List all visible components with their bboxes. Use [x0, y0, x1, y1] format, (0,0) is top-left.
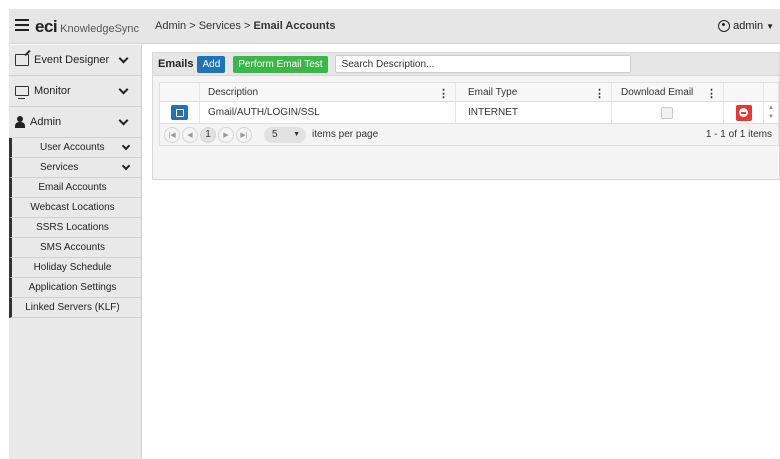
edit-icon	[15, 54, 29, 66]
page-size-select[interactable]: 5 ▼	[264, 126, 306, 143]
sidebar-item-label: Monitor	[34, 85, 71, 97]
prev-page-icon[interactable]: ◀	[182, 126, 198, 143]
hamburger-menu-icon[interactable]	[15, 19, 29, 31]
person-icon	[15, 116, 25, 128]
sidebar-item-label: Event Designer	[34, 54, 110, 66]
logo-eci: eci	[35, 17, 58, 36]
sidebar-item-services[interactable]: Services	[9, 158, 141, 178]
sidebar-item-monitor[interactable]: Monitor	[9, 76, 141, 107]
sidebar-item-event-designer[interactable]: Event Designer	[9, 45, 141, 76]
header-description-label: Description	[208, 86, 259, 98]
header-scroll-gutter	[764, 83, 778, 101]
scroll-down-icon[interactable]: ▼	[768, 114, 774, 120]
table-row[interactable]: Gmail/AUTH/LOGIN/SSL INTERNET ▲ ▼	[159, 102, 779, 124]
breadcrumb-path: Admin > Services >	[155, 20, 254, 32]
sidebar-item-label: Services	[40, 162, 79, 173]
edit-cell	[160, 102, 200, 123]
column-menu-icon[interactable]: ⋮	[594, 87, 605, 100]
header-email-type-label: Email Type	[468, 86, 518, 98]
header-download-email[interactable]: Download Email ⋮	[612, 83, 724, 101]
delete-button[interactable]	[735, 104, 752, 121]
sidebar-item-webcast-locations[interactable]: Webcast Locations	[9, 198, 141, 218]
sidebar: Event Designer Monitor Admin User Accoun…	[9, 45, 142, 459]
edit-button[interactable]	[171, 105, 188, 120]
column-menu-icon[interactable]: ⋮	[706, 87, 717, 100]
chevron-down-icon	[118, 115, 129, 126]
breadcrumb-current: Email Accounts	[253, 20, 336, 32]
user-menu[interactable]: admin ▼	[718, 20, 774, 32]
main-content: Emails Add Perform Email Test Descriptio…	[152, 52, 780, 180]
sidebar-item-label: User Accounts	[40, 142, 105, 153]
sidebar-item-application-settings[interactable]: Application Settings	[9, 278, 141, 298]
email-accounts-grid: Description ⋮ Email Type ⋮ Download Emai…	[152, 76, 780, 180]
edit-icon	[175, 108, 184, 117]
sidebar-item-sms-accounts[interactable]: SMS Accounts	[9, 238, 141, 258]
scroll-up-icon[interactable]: ▲	[768, 105, 774, 111]
header-email-type[interactable]: Email Type ⋮	[456, 83, 612, 101]
add-button[interactable]: Add	[197, 55, 226, 73]
sidebar-item-ssrs-locations[interactable]: SSRS Locations	[9, 218, 141, 238]
perform-email-test-button[interactable]: Perform Email Test	[233, 55, 328, 73]
download-email-cell	[612, 102, 724, 123]
logo-product: KnowledgeSync	[60, 23, 140, 35]
sidebar-item-admin[interactable]: Admin	[9, 107, 141, 138]
emails-label: Emails	[158, 58, 194, 70]
current-page-button[interactable]: 1	[200, 126, 216, 143]
chevron-down-icon	[118, 53, 129, 64]
sidebar-item-holiday-schedule[interactable]: Holiday Schedule	[9, 258, 141, 278]
chevron-down-icon	[121, 161, 131, 171]
app-logo[interactable]: eci KnowledgeSync	[35, 17, 139, 37]
user-name: admin	[733, 20, 764, 32]
sidebar-item-linked-servers[interactable]: Linked Servers (KLF)	[9, 298, 141, 318]
header-description[interactable]: Description ⋮	[200, 83, 456, 101]
pager: |◀ ◀ 1 ▶ ▶| 5 ▼ items per page 1 - 1 of …	[159, 124, 779, 146]
download-email-checkbox[interactable]	[661, 106, 673, 119]
next-page-icon[interactable]: ▶	[218, 126, 234, 143]
header-edit-column	[160, 83, 200, 101]
column-menu-icon[interactable]: ⋮	[438, 87, 449, 100]
monitor-icon	[15, 86, 29, 99]
top-bar: eci KnowledgeSync Admin > Services > Emai…	[9, 9, 780, 44]
pager-info: 1 - 1 of 1 items	[705, 129, 772, 140]
header-download-email-label: Download Email	[621, 86, 694, 98]
caret-down-icon: ▼	[766, 21, 774, 31]
vertical-scrollbar[interactable]: ▲ ▼	[764, 102, 778, 123]
minus-circle-icon	[739, 108, 748, 117]
first-page-icon[interactable]: |◀	[164, 126, 180, 143]
grid-header: Description ⋮ Email Type ⋮ Download Emai…	[159, 82, 779, 102]
user-icon	[718, 20, 731, 32]
sidebar-item-user-accounts[interactable]: User Accounts	[9, 138, 141, 158]
search-input[interactable]	[334, 55, 631, 73]
email-type-cell: INTERNET	[456, 102, 612, 123]
caret-down-icon: ▼	[293, 131, 300, 138]
header-delete-column	[724, 83, 764, 101]
breadcrumb: Admin > Services > Email Accounts	[155, 20, 336, 32]
description-cell: Gmail/AUTH/LOGIN/SSL	[200, 102, 456, 123]
items-per-page-label: items per page	[312, 129, 379, 140]
emails-toolbar: Emails Add Perform Email Test	[152, 52, 780, 76]
delete-cell	[724, 102, 764, 123]
page-size-value: 5	[272, 129, 278, 140]
last-page-icon[interactable]: ▶|	[236, 126, 252, 143]
sidebar-item-label: Admin	[30, 116, 62, 128]
sidebar-item-email-accounts[interactable]: Email Accounts	[9, 178, 141, 198]
chevron-down-icon	[121, 141, 131, 151]
chevron-down-icon	[118, 84, 129, 95]
